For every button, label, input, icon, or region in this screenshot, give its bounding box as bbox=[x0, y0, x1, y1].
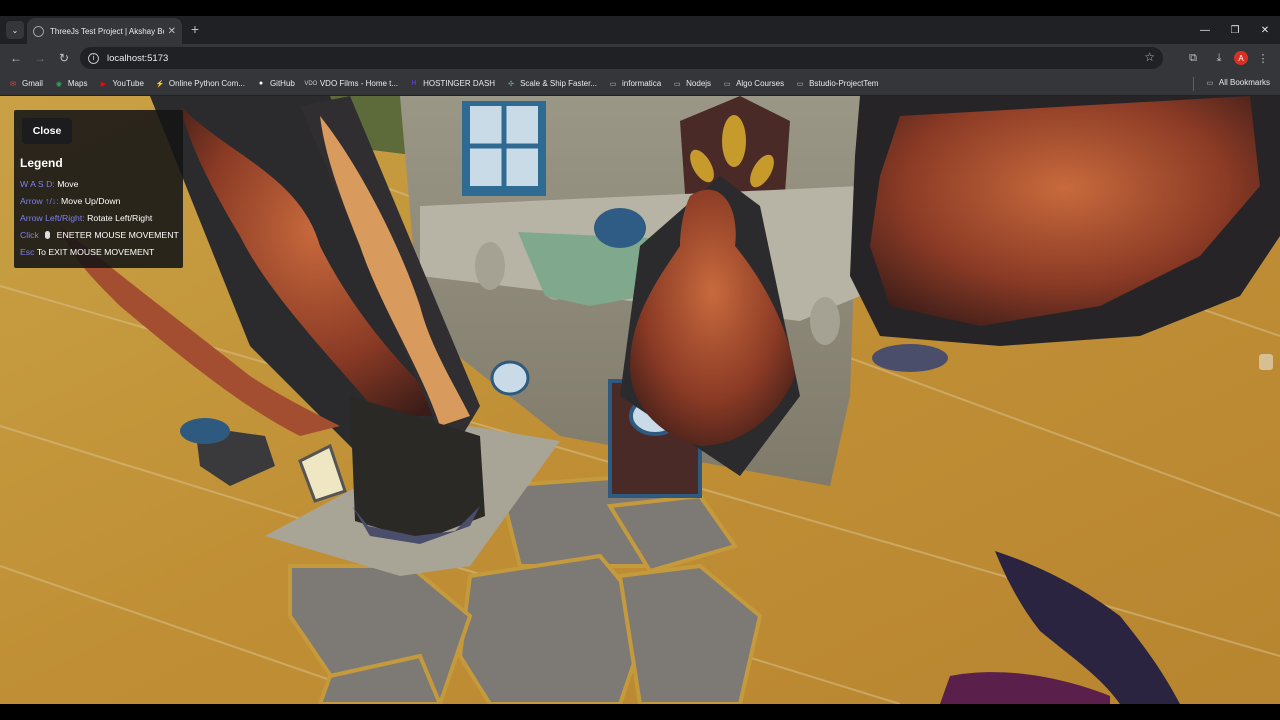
chevron-down-icon: ⌄ bbox=[11, 25, 19, 35]
new-tab-button[interactable]: + bbox=[188, 21, 202, 37]
bucket-rim bbox=[180, 418, 230, 444]
window-controls: — ❐ ✕ bbox=[1190, 16, 1280, 44]
close-legend-button[interactable]: Close bbox=[22, 118, 72, 144]
reload-button[interactable]: ↻ bbox=[52, 46, 76, 70]
legend-row-move: W A S D: Move bbox=[20, 179, 78, 189]
bookmark-gmail[interactable]: ✉ Gmail bbox=[8, 79, 43, 88]
all-bookmarks-label: All Bookmarks bbox=[1218, 78, 1270, 87]
legend-value: Rotate Left/Right bbox=[87, 213, 153, 223]
bookmark-star-icon[interactable]: ☆ bbox=[1144, 50, 1155, 64]
scene-render bbox=[0, 96, 1280, 704]
bookmark-github[interactable]: ● GitHub bbox=[256, 79, 295, 88]
bookmark-maps[interactable]: ◉ Maps bbox=[54, 79, 88, 88]
bookmark-online-python[interactable]: ⚡ Online Python Com... bbox=[155, 79, 245, 88]
bookmark-label: informatica bbox=[622, 79, 662, 88]
folder-icon: ▭ bbox=[673, 80, 681, 88]
legend-key: W A S D: bbox=[20, 179, 55, 189]
maps-icon: ◉ bbox=[55, 80, 62, 88]
bookmark-label: VDO Films - Home t... bbox=[319, 79, 399, 88]
arrow-right-icon: → bbox=[34, 51, 46, 65]
teapot bbox=[594, 208, 646, 248]
minimize-icon[interactable]: — bbox=[1190, 16, 1220, 44]
round-window bbox=[490, 360, 530, 396]
github-icon: ● bbox=[258, 80, 264, 87]
bookmarks-bar: ✉ Gmail ◉ Maps ▶ YouTube ⚡ Online Python Com… bbox=[0, 72, 1280, 96]
bookmark-folder-informatica[interactable]: ▭ informatica bbox=[608, 79, 661, 88]
forward-button[interactable]: → bbox=[28, 46, 52, 70]
globe-icon bbox=[33, 25, 44, 37]
legend-key: Esc bbox=[20, 247, 35, 257]
bookmark-label: Maps bbox=[67, 79, 88, 88]
legend-key: Arrow Left/Right: bbox=[20, 213, 85, 223]
vdo-icon: VDO bbox=[304, 80, 318, 87]
legend-row-esc: Esc To EXIT MOUSE MOVEMENT bbox=[20, 247, 154, 257]
menu-kebab-icon[interactable]: ⋮ bbox=[1252, 46, 1274, 70]
legend-row-click: Click ENETER MOUSE MOVEMENT bbox=[20, 230, 179, 240]
site-info-icon[interactable]: i bbox=[88, 52, 99, 64]
url-text: localhost:5173 bbox=[107, 52, 169, 64]
arrow-left-icon: ← bbox=[10, 51, 22, 65]
youtube-icon: ▶ bbox=[100, 80, 107, 88]
active-tab[interactable]: ThreeJs Test Project | Akshay Bo ✕ bbox=[27, 18, 182, 44]
legend-value: Move bbox=[57, 179, 79, 189]
bookmark-label: YouTube bbox=[112, 79, 144, 88]
bookmark-folder-algo-courses[interactable]: ▭ Algo Courses bbox=[722, 79, 784, 88]
legend-value: ENETER MOUSE MOVEMENT bbox=[56, 230, 179, 240]
reload-icon: ↻ bbox=[58, 51, 70, 65]
legend-value: To EXIT MOUSE MOVEMENT bbox=[36, 247, 155, 257]
scale-icon: ✣ bbox=[508, 80, 515, 88]
legend-key: Arrow ↑/↓: bbox=[20, 196, 59, 206]
extensions-icon[interactable]: ⧉ bbox=[1182, 46, 1204, 70]
bookmark-label: Bstudio-ProjectTem bbox=[809, 79, 879, 88]
bookmark-label: Online Python Com... bbox=[168, 79, 245, 88]
legend-value: Move Up/Down bbox=[61, 196, 121, 206]
python-icon: ⚡ bbox=[155, 80, 165, 88]
browser-toolbar: ← → ↻ i localhost:5173 ☆ ⧉ ⤓ A ⋮ bbox=[0, 44, 1280, 72]
bookmark-scale-ship[interactable]: ✣ Scale & Ship Faster... bbox=[506, 79, 597, 88]
legend-row-rotate: Arrow Left/Right: Rotate Left/Right bbox=[20, 213, 152, 223]
threejs-canvas[interactable] bbox=[0, 96, 1280, 704]
tab-strip: ⌄ ThreeJs Test Project | Akshay Bo ✕ + —… bbox=[0, 16, 1280, 44]
mouse-icon bbox=[45, 231, 51, 239]
letterbox-bottom bbox=[0, 704, 1280, 720]
legend-panel: Close Legend W A S D: Move Arrow ↑/↓: Mo… bbox=[14, 110, 183, 268]
legend-row-updown: Arrow ↑/↓: Move Up/Down bbox=[20, 196, 120, 206]
tab-search-button[interactable]: ⌄ bbox=[6, 21, 24, 39]
bookmark-label: HOSTINGER DASH bbox=[423, 79, 496, 88]
bookmark-hostinger[interactable]: H HOSTINGER DASH bbox=[409, 79, 496, 88]
bookmark-label: Algo Courses bbox=[736, 79, 785, 88]
close-window-icon[interactable]: ✕ bbox=[1250, 16, 1280, 44]
close-tab-icon[interactable]: ✕ bbox=[168, 26, 176, 37]
dome-base-ring bbox=[872, 344, 948, 372]
all-bookmarks-button[interactable]: ▭ All Bookmarks bbox=[1205, 78, 1270, 87]
restore-icon[interactable]: ❐ bbox=[1220, 16, 1250, 44]
bookmarks-divider bbox=[1193, 77, 1194, 91]
hostinger-icon: H bbox=[411, 80, 417, 87]
scroll-hint-icon bbox=[1259, 354, 1273, 370]
tab-title: ThreeJs Test Project | Akshay Bo bbox=[50, 26, 164, 36]
toolbar-right: ⧉ ⤓ A ⋮ bbox=[1182, 46, 1274, 70]
bookmark-folder-nodejs[interactable]: ▭ Nodejs bbox=[672, 79, 711, 88]
gmail-icon: ✉ bbox=[10, 80, 16, 88]
bookmark-label: Scale & Ship Faster... bbox=[520, 79, 598, 88]
legend-key: Click bbox=[20, 230, 39, 240]
folder-icon: ▭ bbox=[609, 80, 617, 88]
bookmark-label: Nodejs bbox=[686, 79, 712, 88]
back-button[interactable]: ← bbox=[4, 46, 28, 70]
legend-title: Legend bbox=[20, 156, 63, 170]
folder-icon: ▭ bbox=[723, 80, 731, 88]
profile-avatar[interactable]: A bbox=[1234, 51, 1248, 65]
bookmark-youtube[interactable]: ▶ YouTube bbox=[98, 79, 144, 88]
letterbox-top bbox=[0, 0, 1280, 16]
bookmark-folder-bstudio[interactable]: ▭ Bstudio-ProjectTem bbox=[795, 79, 879, 88]
bookmark-label: GitHub bbox=[269, 79, 295, 88]
bookmark-label: Gmail bbox=[22, 79, 43, 88]
folder-icon: ▭ bbox=[796, 80, 804, 88]
download-icon[interactable]: ⤓ bbox=[1208, 46, 1230, 70]
address-bar[interactable]: i localhost:5173 ☆ bbox=[80, 47, 1163, 69]
bookmark-vdo-films[interactable]: VDO VDO Films - Home t... bbox=[304, 79, 399, 88]
folder-icon: ▭ bbox=[1206, 79, 1214, 87]
